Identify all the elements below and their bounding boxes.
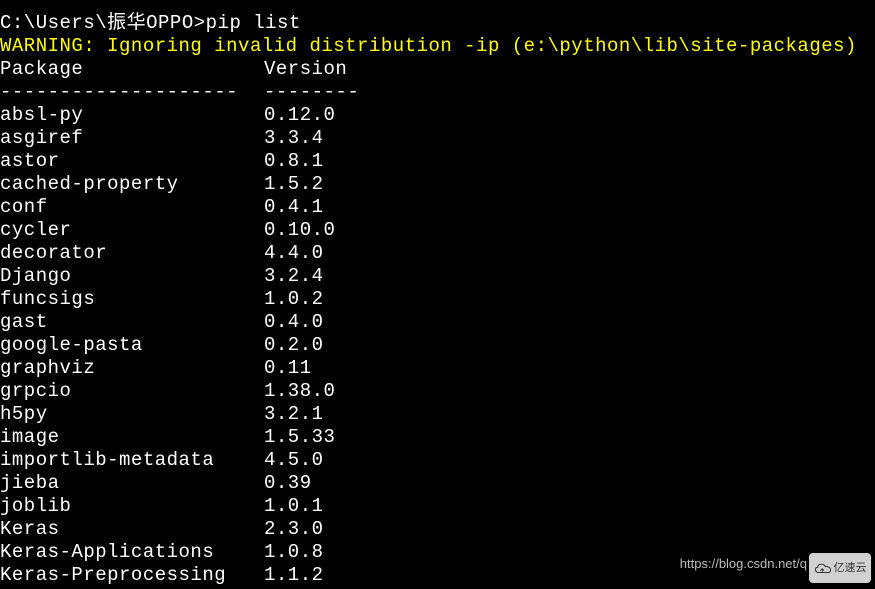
package-version: 0.10.0: [264, 219, 335, 242]
package-version: 0.8.1: [264, 150, 324, 173]
table-row: Keras2.3.0: [0, 518, 875, 541]
table-row: conf0.4.1: [0, 196, 875, 219]
package-name: jieba: [0, 472, 264, 495]
table-row: gast0.4.0: [0, 311, 875, 334]
table-row: absl-py0.12.0: [0, 104, 875, 127]
prompt-command: pip list: [206, 12, 301, 34]
package-version: 1.0.8: [264, 541, 324, 564]
package-version: 1.1.2: [264, 564, 324, 587]
table-row: funcsigs1.0.2: [0, 288, 875, 311]
table-row: joblib1.0.1: [0, 495, 875, 518]
watermark-logo-text: 亿速云: [834, 557, 867, 580]
divider-package: --------------------: [0, 81, 264, 104]
package-name: image: [0, 426, 264, 449]
package-version: 1.5.33: [264, 426, 335, 449]
table-header: PackageVersion: [0, 58, 875, 81]
package-version: 0.12.0: [264, 104, 335, 127]
package-name: gast: [0, 311, 264, 334]
package-version: 0.11: [264, 357, 312, 380]
package-name: funcsigs: [0, 288, 264, 311]
terminal-output: C:\Users\振华OPPO>pip list WARNING: Ignori…: [0, 0, 875, 587]
package-name: cycler: [0, 219, 264, 242]
package-version: 1.38.0: [264, 380, 335, 403]
package-version: 3.2.1: [264, 403, 324, 426]
package-name: cached-property: [0, 173, 264, 196]
table-row: google-pasta0.2.0: [0, 334, 875, 357]
package-name: graphviz: [0, 357, 264, 380]
table-row: cycler0.10.0: [0, 219, 875, 242]
prompt-line: C:\Users\振华OPPO>pip list: [0, 12, 875, 35]
package-name: google-pasta: [0, 334, 264, 357]
package-name: astor: [0, 150, 264, 173]
package-name: h5py: [0, 403, 264, 426]
table-divider: ----------------------------: [0, 81, 875, 104]
warning-line: WARNING: Ignoring invalid distribution -…: [0, 35, 875, 58]
package-name: joblib: [0, 495, 264, 518]
package-version: 4.5.0: [264, 449, 324, 472]
table-row: cached-property1.5.2: [0, 173, 875, 196]
cloud-icon: [814, 562, 832, 574]
package-version: 1.5.2: [264, 173, 324, 196]
package-name: conf: [0, 196, 264, 219]
package-version: 0.39: [264, 472, 312, 495]
package-version: 4.4.0: [264, 242, 324, 265]
table-row: grpcio1.38.0: [0, 380, 875, 403]
table-row: graphviz0.11: [0, 357, 875, 380]
table-row: jieba0.39: [0, 472, 875, 495]
prompt-path: C:\Users\振华OPPO>: [0, 12, 206, 34]
package-version: 0.2.0: [264, 334, 324, 357]
table-row: h5py3.2.1: [0, 403, 875, 426]
table-row: asgiref3.3.4: [0, 127, 875, 150]
package-version: 1.0.2: [264, 288, 324, 311]
table-row: decorator4.4.0: [0, 242, 875, 265]
package-name: Keras: [0, 518, 264, 541]
table-row: importlib-metadata4.5.0: [0, 449, 875, 472]
table-row: Django3.2.4: [0, 265, 875, 288]
watermark-url: https://blog.csdn.net/q: [680, 552, 807, 575]
package-name: Keras-Preprocessing: [0, 564, 264, 587]
package-version: 0.4.0: [264, 311, 324, 334]
package-name: grpcio: [0, 380, 264, 403]
package-name: decorator: [0, 242, 264, 265]
divider-version: --------: [264, 81, 359, 104]
package-version: 1.0.1: [264, 495, 324, 518]
package-version: 3.3.4: [264, 127, 324, 150]
header-version: Version: [264, 58, 347, 81]
header-package: Package: [0, 58, 264, 81]
package-list: absl-py0.12.0asgiref3.3.4astor0.8.1cache…: [0, 104, 875, 587]
package-name: Keras-Applications: [0, 541, 264, 564]
package-name: importlib-metadata: [0, 449, 264, 472]
package-version: 2.3.0: [264, 518, 324, 541]
package-version: 3.2.4: [264, 265, 324, 288]
watermark-logo: 亿速云: [809, 553, 871, 583]
table-row: astor0.8.1: [0, 150, 875, 173]
package-version: 0.4.1: [264, 196, 324, 219]
package-name: asgiref: [0, 127, 264, 150]
package-name: absl-py: [0, 104, 264, 127]
package-name: Django: [0, 265, 264, 288]
table-row: image1.5.33: [0, 426, 875, 449]
